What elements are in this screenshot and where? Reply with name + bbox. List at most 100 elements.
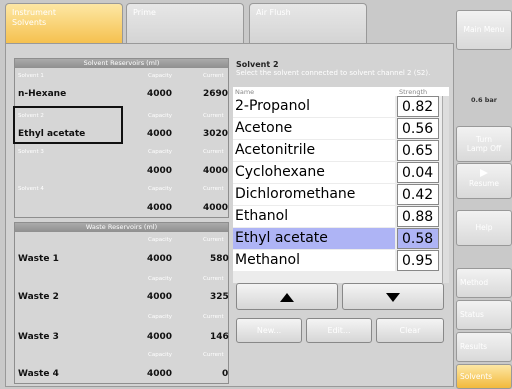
turn-lamp-label: Turn xyxy=(476,135,492,144)
solvent-slot-label: Solvent 1 xyxy=(18,73,44,79)
current-header: Current xyxy=(203,149,224,155)
current-header: Current xyxy=(203,352,224,358)
solvent-strength: 0.04 xyxy=(397,162,439,183)
turn-lamp-label: Lamp Off xyxy=(466,144,502,153)
solvent-name: Ethanol xyxy=(233,206,395,227)
solvent-name: n-Hexane xyxy=(18,89,67,99)
waste-capacity: 4000 xyxy=(147,332,173,342)
turn-lamp-off-button[interactable]: Turn Lamp Off xyxy=(456,126,512,162)
list-item[interactable]: Acetonitrile 0.65 xyxy=(233,140,449,162)
solvent-capacity: 4000 xyxy=(147,203,173,213)
waste-name: Waste 3 xyxy=(18,332,59,342)
method-button[interactable]: Method xyxy=(456,268,512,298)
list-item[interactable]: Dichloromethane 0.42 xyxy=(233,184,449,206)
solvent-capacity: 4000 xyxy=(147,89,173,99)
solvent-current: 4000 xyxy=(203,166,229,176)
capacity-header: Capacity xyxy=(148,113,173,119)
edit-button[interactable]: Edit... xyxy=(306,318,372,343)
list-item[interactable]: 2-Propanol 0.82 xyxy=(233,96,449,118)
current-header: Current xyxy=(203,113,224,119)
capacity-header: Capacity xyxy=(148,237,173,243)
current-header: Current xyxy=(203,186,224,192)
list-item[interactable]: Ethanol 0.88 xyxy=(233,206,449,228)
solvent-slot-label[interactable]: Solvent 2 xyxy=(18,113,44,119)
solvent-list[interactable]: Name Strength 2-Propanol 0.82 Acetone 0.… xyxy=(233,87,449,283)
resume-button[interactable]: Resume xyxy=(456,163,512,199)
arrow-up-icon xyxy=(280,293,294,302)
list-item-selected[interactable]: Ethyl acetate 0.58 xyxy=(233,228,449,250)
list-item[interactable]: Cyclohexane 0.04 xyxy=(233,162,449,184)
solvent-strength: 0.56 xyxy=(397,118,439,139)
solvent-strength: 0.42 xyxy=(397,184,439,205)
clear-button[interactable]: Clear xyxy=(376,318,444,343)
solvent-reservoirs-panel: Solvent Reservoirs (ml) Solvent 1 Capaci… xyxy=(13,58,229,218)
solvent-slot-label[interactable]: Solvent 3 xyxy=(18,149,44,155)
capacity-header: Capacity xyxy=(148,276,173,282)
solvent-strength: 0.58 xyxy=(397,228,439,249)
list-item[interactable]: Methanol 0.95 xyxy=(233,250,449,272)
play-icon xyxy=(480,169,488,177)
current-header: Current xyxy=(203,276,224,282)
solvent-current: 3020 xyxy=(203,129,229,139)
solvent-name: Ethyl acetate xyxy=(233,228,395,249)
solvent-name: Cyclohexane xyxy=(233,162,395,183)
solvent-list-header: Name Strength xyxy=(233,87,449,96)
new-button[interactable]: New... xyxy=(236,318,302,343)
scroll-up-button[interactable] xyxy=(236,283,338,310)
waste-reservoirs-panel: Waste Reservoirs (ml) Capacity Current W… xyxy=(14,222,229,384)
name-column-header: Name xyxy=(235,88,255,96)
solvent-info-title: Solvent 2 xyxy=(236,60,279,69)
tab-instrument-solvents[interactable]: Instrument Solvents xyxy=(5,3,123,43)
waste-name: Waste 1 xyxy=(18,254,59,264)
solvent-name: 2-Propanol xyxy=(233,96,395,117)
solvent-current: 2690 xyxy=(203,89,229,99)
current-header: Current xyxy=(203,73,224,79)
main-menu-button[interactable]: Main Menu xyxy=(456,10,512,50)
solvent-name[interactable]: Ethyl acetate xyxy=(18,129,85,139)
tab-label: Prime xyxy=(133,8,156,17)
waste-reservoirs-title: Waste Reservoirs (ml) xyxy=(15,223,228,232)
solvent-capacity: 4000 xyxy=(147,166,173,176)
solvent-strength: 0.82 xyxy=(397,96,439,117)
solvent-name: Dichloromethane xyxy=(233,184,395,205)
capacity-header: Capacity xyxy=(148,186,173,192)
tab-label: Instrument xyxy=(12,8,57,17)
tab-air-flush[interactable]: Air Flush xyxy=(249,3,367,43)
solvent-strength: 0.88 xyxy=(397,206,439,227)
waste-current: 325 xyxy=(210,292,229,302)
help-button[interactable]: Help xyxy=(456,210,512,246)
current-header: Current xyxy=(203,314,224,320)
waste-capacity: 4000 xyxy=(147,254,173,264)
solvents-button[interactable]: Solvents xyxy=(456,364,512,389)
solvent-name: Acetonitrile xyxy=(233,140,395,161)
capacity-header: Capacity xyxy=(148,352,173,358)
results-button[interactable]: Results xyxy=(456,332,512,362)
pressure-readout: 0.6 bar xyxy=(470,96,498,104)
waste-capacity: 4000 xyxy=(147,369,173,379)
waste-current: 146 xyxy=(210,332,229,342)
solvent-current: 4000 xyxy=(203,203,229,213)
solvent-name: Acetone xyxy=(233,118,395,139)
solvent-strength: 0.95 xyxy=(397,250,439,271)
list-item[interactable]: Acetone 0.56 xyxy=(233,118,449,140)
tab-label: Air Flush xyxy=(256,8,291,17)
tab-label: Solvents xyxy=(12,18,47,27)
solvent-name: Methanol xyxy=(233,250,395,271)
capacity-header: Capacity xyxy=(148,314,173,320)
capacity-header: Capacity xyxy=(148,149,173,155)
tab-prime[interactable]: Prime xyxy=(126,3,244,43)
status-button[interactable]: Status xyxy=(456,300,512,330)
waste-name: Waste 4 xyxy=(18,369,59,379)
solvent-info: Solvent 2 Select the solvent connected t… xyxy=(236,60,446,78)
waste-capacity: 4000 xyxy=(147,292,173,302)
scroll-down-button[interactable] xyxy=(342,283,444,310)
solvent-info-description: Select the solvent connected to solvent … xyxy=(236,69,431,77)
waste-current: 0 xyxy=(222,369,229,379)
waste-name: Waste 2 xyxy=(18,292,59,302)
current-header: Current xyxy=(203,237,224,243)
arrow-down-icon xyxy=(386,293,400,302)
solvent-slot-label[interactable]: Solvent 4 xyxy=(18,186,44,192)
solvent-reservoirs-title: Solvent Reservoirs (ml) xyxy=(15,59,228,68)
strength-column-header: Strength xyxy=(399,88,428,96)
list-scrollbar[interactable] xyxy=(442,96,449,283)
